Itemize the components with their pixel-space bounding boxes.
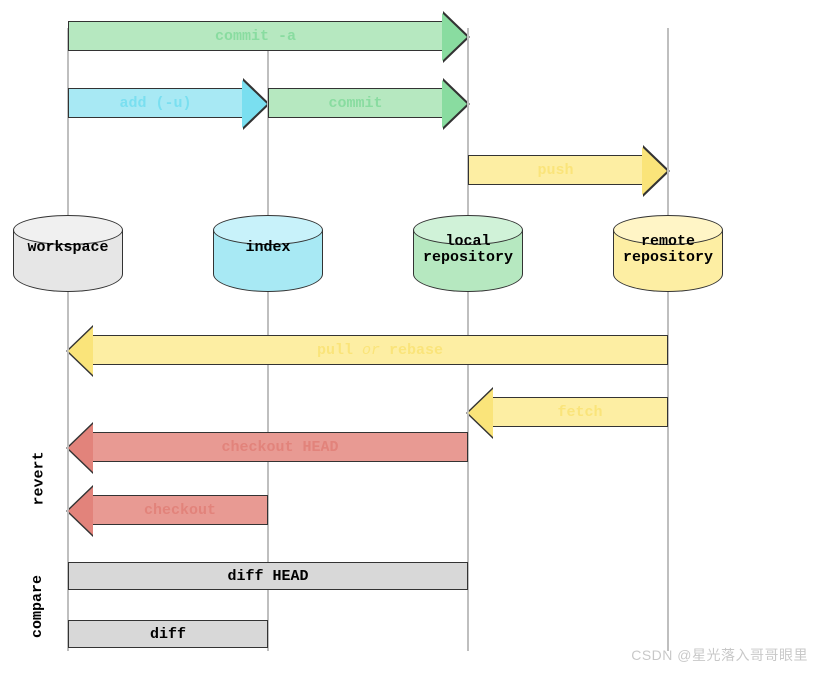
label-pull-rebase: pull or rebase [317,342,443,359]
arrow-add-u: add (-u) [68,88,242,118]
arrow-checkout: checkout [93,495,268,525]
label-push: push [537,162,573,179]
section-compare: compare [29,575,46,638]
arrow-checkout-head: checkout HEAD [93,432,468,462]
box-diff: diff [68,620,268,648]
arrow-push: push [468,155,642,185]
label-remote: remoterepository [614,234,722,266]
label-local: localrepository [414,234,522,266]
section-revert: revert [31,451,48,505]
box-diff-head: diff HEAD [68,562,468,590]
cylinder-local: localrepository [413,230,523,292]
label-index: index [214,240,322,256]
label-checkout-head: checkout HEAD [221,439,338,456]
label-diff: diff [150,626,186,643]
label-workspace: workspace [14,240,122,256]
label-diff-head: diff HEAD [227,568,308,585]
label-add-u: add (-u) [119,95,191,112]
arrow-commit: commit [268,88,442,118]
git-flow-diagram: commit -a add (-u) commit push workspace… [0,0,822,675]
watermark: CSDN @星光落入哥哥眼里 [631,645,808,665]
arrow-commit-a: commit -a [68,21,442,51]
arrow-fetch: fetch [493,397,668,427]
arrow-pull-rebase: pull or rebase [93,335,668,365]
cylinder-index: index [213,230,323,292]
label-fetch: fetch [557,404,602,421]
cylinder-workspace: workspace [13,230,123,292]
label-commit-a: commit -a [215,28,296,45]
cylinder-remote: remoterepository [613,230,723,292]
label-commit: commit [328,95,382,112]
label-checkout: checkout [144,502,216,519]
